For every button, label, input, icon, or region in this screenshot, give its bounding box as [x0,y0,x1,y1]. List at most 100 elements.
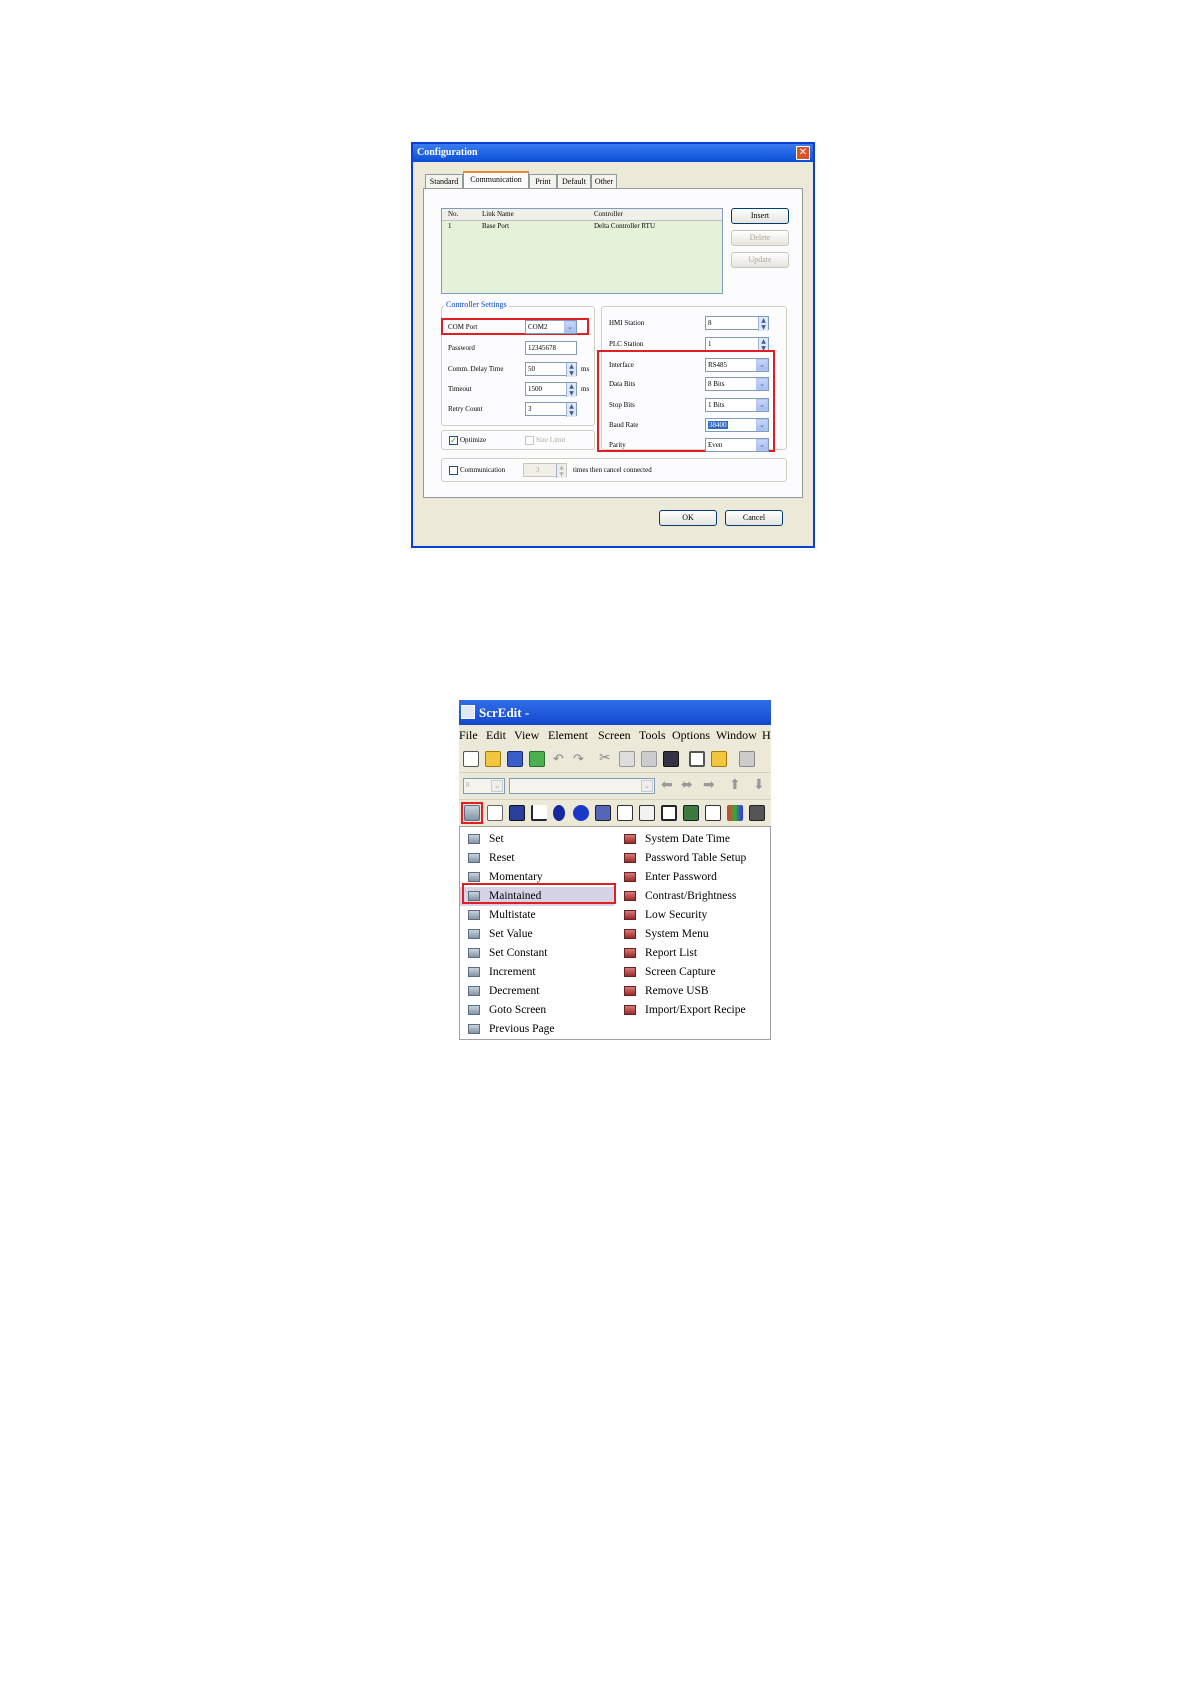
delete-button[interactable]: Delete [731,230,789,246]
spinner-icon[interactable]: ▲ ▼ [566,383,576,397]
display-icon[interactable] [639,805,655,821]
hmi-station-field[interactable]: 8 ▲ ▼ [705,316,769,331]
update-button[interactable]: Update [731,252,789,268]
menu-item[interactable]: Low Security [616,906,770,925]
paste-icon[interactable] [641,751,657,767]
col-link-name[interactable]: Link Name [482,209,514,220]
chart-icon[interactable] [683,805,699,821]
chevron-down-icon[interactable]: ⌄ [564,321,576,333]
spinner-icon[interactable]: ▲ ▼ [758,317,768,331]
optimize-checkbox[interactable]: ✓ [449,436,458,445]
menu-item[interactable]: Contrast/Brightness [616,887,770,906]
screen-name-select[interactable]: ⌄ [509,778,655,794]
menu-item[interactable]: Multistate [460,906,614,925]
save-icon[interactable] [507,751,523,767]
close-icon[interactable]: ✕ [796,146,810,160]
tab-communication[interactable]: Communication [463,171,529,189]
menu-item[interactable]: Previous Page [460,1020,614,1039]
timeout-field[interactable]: 1500 ▲ ▼ [525,382,577,397]
meter-icon[interactable] [487,805,503,821]
retry-field[interactable]: 3 ▲ ▼ [525,402,577,417]
table-row[interactable]: 1 Base Port Delta Controller RTU [442,221,722,231]
pie-icon[interactable] [553,805,565,821]
chevron-down-icon[interactable]: ⌄ [641,780,653,792]
forward-arrow-icon[interactable]: ➡ [703,777,715,793]
menu-item[interactable]: Decrement [460,982,614,1001]
baud-rate-select[interactable]: 38400 ⌄ [705,418,769,432]
ok-button[interactable]: OK [659,510,717,526]
menu-item[interactable]: Screen Capture [616,963,770,982]
tab-print[interactable]: Print [529,174,557,188]
link-list[interactable]: No. Link Name Controller 1 Base Port Del… [441,208,723,294]
swap-arrow-icon[interactable]: ⬌ [681,777,693,793]
menu-item[interactable]: Remove USB [616,982,770,1001]
spinner-icon[interactable]: ▲ ▼ [566,363,576,377]
open-icon[interactable] [485,751,501,767]
menu-item[interactable]: System Date Time [616,830,770,849]
data-bits-select[interactable]: 8 Bits ⌄ [705,377,769,391]
plc-station-field[interactable]: 1 ▲ ▼ [705,337,769,352]
menu-item[interactable]: System Menu [616,925,770,944]
spinner-icon[interactable]: ▲ ▼ [556,464,566,478]
chevron-down-icon[interactable]: ⌄ [756,399,768,411]
keypad-icon[interactable] [749,805,765,821]
menu-help[interactable]: H [762,726,771,744]
export-icon[interactable] [529,751,545,767]
menu-options[interactable]: Options [672,726,710,744]
menu-item[interactable]: Set [460,830,614,849]
communication-times-field[interactable]: 3 ▲ ▼ [523,463,567,478]
menu-item[interactable]: Reset [460,849,614,868]
bar-icon[interactable] [509,805,525,821]
spinner-icon[interactable]: ▲ ▼ [566,403,576,417]
find-icon[interactable] [663,751,679,767]
chevron-down-icon[interactable]: ⌄ [756,419,768,431]
menu-tools[interactable]: Tools [639,726,666,744]
up-arrow-icon[interactable]: ⬆ [729,777,741,793]
com-port-select[interactable]: COM2 ⌄ [525,320,577,334]
communication-checkbox[interactable] [449,466,458,475]
tab-default[interactable]: Default [557,174,591,188]
insert-button[interactable]: Insert [731,208,789,224]
tab-other[interactable]: Other [591,174,617,188]
col-controller[interactable]: Controller [594,209,623,220]
menu-item[interactable]: Increment [460,963,614,982]
lamp-icon[interactable] [573,805,589,821]
menu-screen[interactable]: Screen [598,726,631,744]
undo-icon[interactable]: ↶ [553,752,564,767]
size-limit-checkbox[interactable] [525,436,534,445]
open-screen-icon[interactable] [711,751,727,767]
table-icon[interactable] [705,805,721,821]
input-icon[interactable] [617,805,633,821]
button-tool-icon[interactable] [464,805,480,821]
chevron-down-icon[interactable]: ⌄ [491,780,503,792]
stop-bits-select[interactable]: 1 Bits ⌄ [705,398,769,412]
chevron-down-icon[interactable]: ⌄ [756,359,768,371]
menu-item[interactable]: Set Constant [460,944,614,963]
print-icon[interactable] [739,751,755,767]
new-icon[interactable] [463,751,479,767]
chevron-down-icon[interactable]: ⌄ [756,439,768,451]
menu-item[interactable]: Enter Password [616,868,770,887]
graphic-icon[interactable] [595,805,611,821]
menu-item[interactable]: Goto Screen [460,1001,614,1020]
screen-number-select[interactable]: 8 ⌄ [463,778,505,794]
tab-standard[interactable]: Standard [425,174,463,188]
color-icon[interactable] [727,805,743,821]
menu-item[interactable]: Report List [616,944,770,963]
password-field[interactable]: 12345678 [525,341,577,355]
menu-item[interactable]: Password Table Setup [616,849,770,868]
delay-field[interactable]: 50 ▲ ▼ [525,362,577,377]
menu-element[interactable]: Element [548,726,588,744]
menu-edit[interactable]: Edit [486,726,506,744]
parity-select[interactable]: Even ⌄ [705,438,769,452]
edit-icon[interactable] [661,805,677,821]
menu-item[interactable]: Set Value [460,925,614,944]
chevron-down-icon[interactable]: ⌄ [756,378,768,390]
cut-icon[interactable]: ✂ [599,750,611,766]
copy-icon[interactable] [619,751,635,767]
trend-icon[interactable] [531,805,547,821]
back-arrow-icon[interactable]: ⬅ [661,777,673,793]
menu-file[interactable]: File [459,726,478,744]
screen-icon[interactable] [689,751,705,767]
menu-window[interactable]: Window [716,726,757,744]
